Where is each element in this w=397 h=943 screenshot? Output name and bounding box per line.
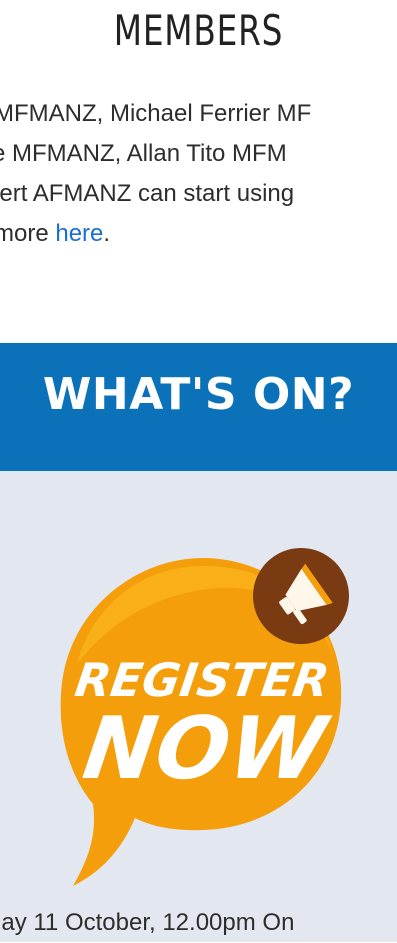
event-date-text: day 11 October, 12.00pm On: [0, 909, 295, 936]
now-text: NOW: [78, 699, 336, 799]
megaphone-badge: [253, 548, 349, 644]
register-now-graphic[interactable]: REGISTER NOW: [53, 546, 353, 894]
members-line-4: more here.: [0, 214, 397, 254]
members-section: MEMBERS MFMANZ, Michael Ferrier MF e MFM…: [0, 0, 397, 343]
members-heading: MEMBERS: [113, 6, 284, 55]
members-more-suffix: .: [103, 220, 111, 247]
event-date-line: day 11 October, 12.00pm On: [0, 903, 397, 943]
members-line-1: MFMANZ, Michael Ferrier MF: [0, 100, 312, 127]
members-here-link[interactable]: here: [55, 220, 103, 247]
whats-on-title: WHAT'S ON?: [42, 369, 355, 420]
members-line-2: e MFMANZ, Allan Tito MFM: [0, 140, 287, 167]
whats-on-banner: WHAT'S ON?: [0, 343, 397, 471]
event-section: REGISTER NOW day 11 October, 12.00pm On: [0, 471, 397, 942]
members-line-3: bert AFMANZ can start using: [0, 180, 295, 207]
members-text: MFMANZ, Michael Ferrier MF e MFMANZ, All…: [0, 94, 397, 254]
members-more-prefix: more: [0, 220, 56, 247]
